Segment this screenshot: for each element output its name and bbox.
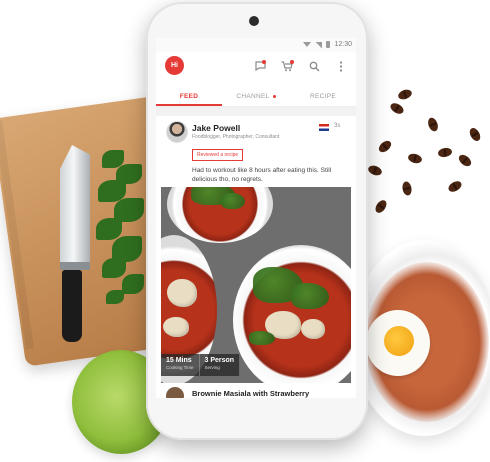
app-logo[interactable]: Hi [165,56,184,75]
reviewed-recipe-badge[interactable]: Reviewed a recipe [192,149,244,161]
post-time: 3s [334,123,341,129]
phone-screen: 12:30 Hi FEED CHANNEL RECIPE Jake Powell… [156,38,356,398]
tab-channel-dot [272,94,276,98]
author-name[interactable]: Jake Powell [192,123,240,133]
signal-icon [315,41,323,48]
more-icon[interactable] [333,58,349,74]
active-tab-indicator [156,104,222,106]
post-photo[interactable]: 15 Mins Cooking Time 3 Person Serving [161,187,351,383]
post-text: Had to workout like 8 hours after eating… [192,167,332,183]
author-subtitle: Foodblogger, Photographer, Consultant [192,134,280,140]
author-avatar[interactable] [166,121,188,143]
status-bar: 12:30 [156,38,356,52]
chat-icon[interactable] [252,58,268,74]
cooking-time-label: Cooking Time [166,365,194,370]
front-camera [249,16,259,26]
fried-egg-yolk [384,326,414,356]
knife-handle [62,270,82,342]
status-icons: 12:30 [303,41,352,48]
serving-box: 3 Person Serving [199,354,241,376]
chopped-herbs [92,150,152,310]
tab-channel-label: CHANNEL [236,92,270,100]
serving-label: Serving [204,365,220,370]
status-time: 12:30 [334,41,352,48]
coffee-beans [360,84,490,224]
cooking-time-value: 15 Mins [166,357,192,364]
tab-recipe[interactable]: RECIPE [290,86,356,106]
cooking-time-box: 15 Mins Cooking Time [161,354,200,376]
battery-icon [326,41,331,48]
country-flag-icon [319,124,329,131]
tab-channel[interactable]: CHANNEL [222,86,290,106]
tab-feed[interactable]: FEED [156,86,222,106]
wifi-icon [303,42,312,47]
knife-blade [60,145,90,265]
knife-bolster [60,262,90,270]
search-icon[interactable] [306,58,322,74]
cart-icon[interactable] [279,58,295,74]
next-post-avatar[interactable] [166,387,184,398]
recipe-info-panel: 15 Mins Cooking Time 3 Person Serving [161,354,241,376]
next-post-title[interactable]: Brownie Masiala with Strawberry [192,389,309,398]
serving-value: 3 Person [204,357,235,364]
